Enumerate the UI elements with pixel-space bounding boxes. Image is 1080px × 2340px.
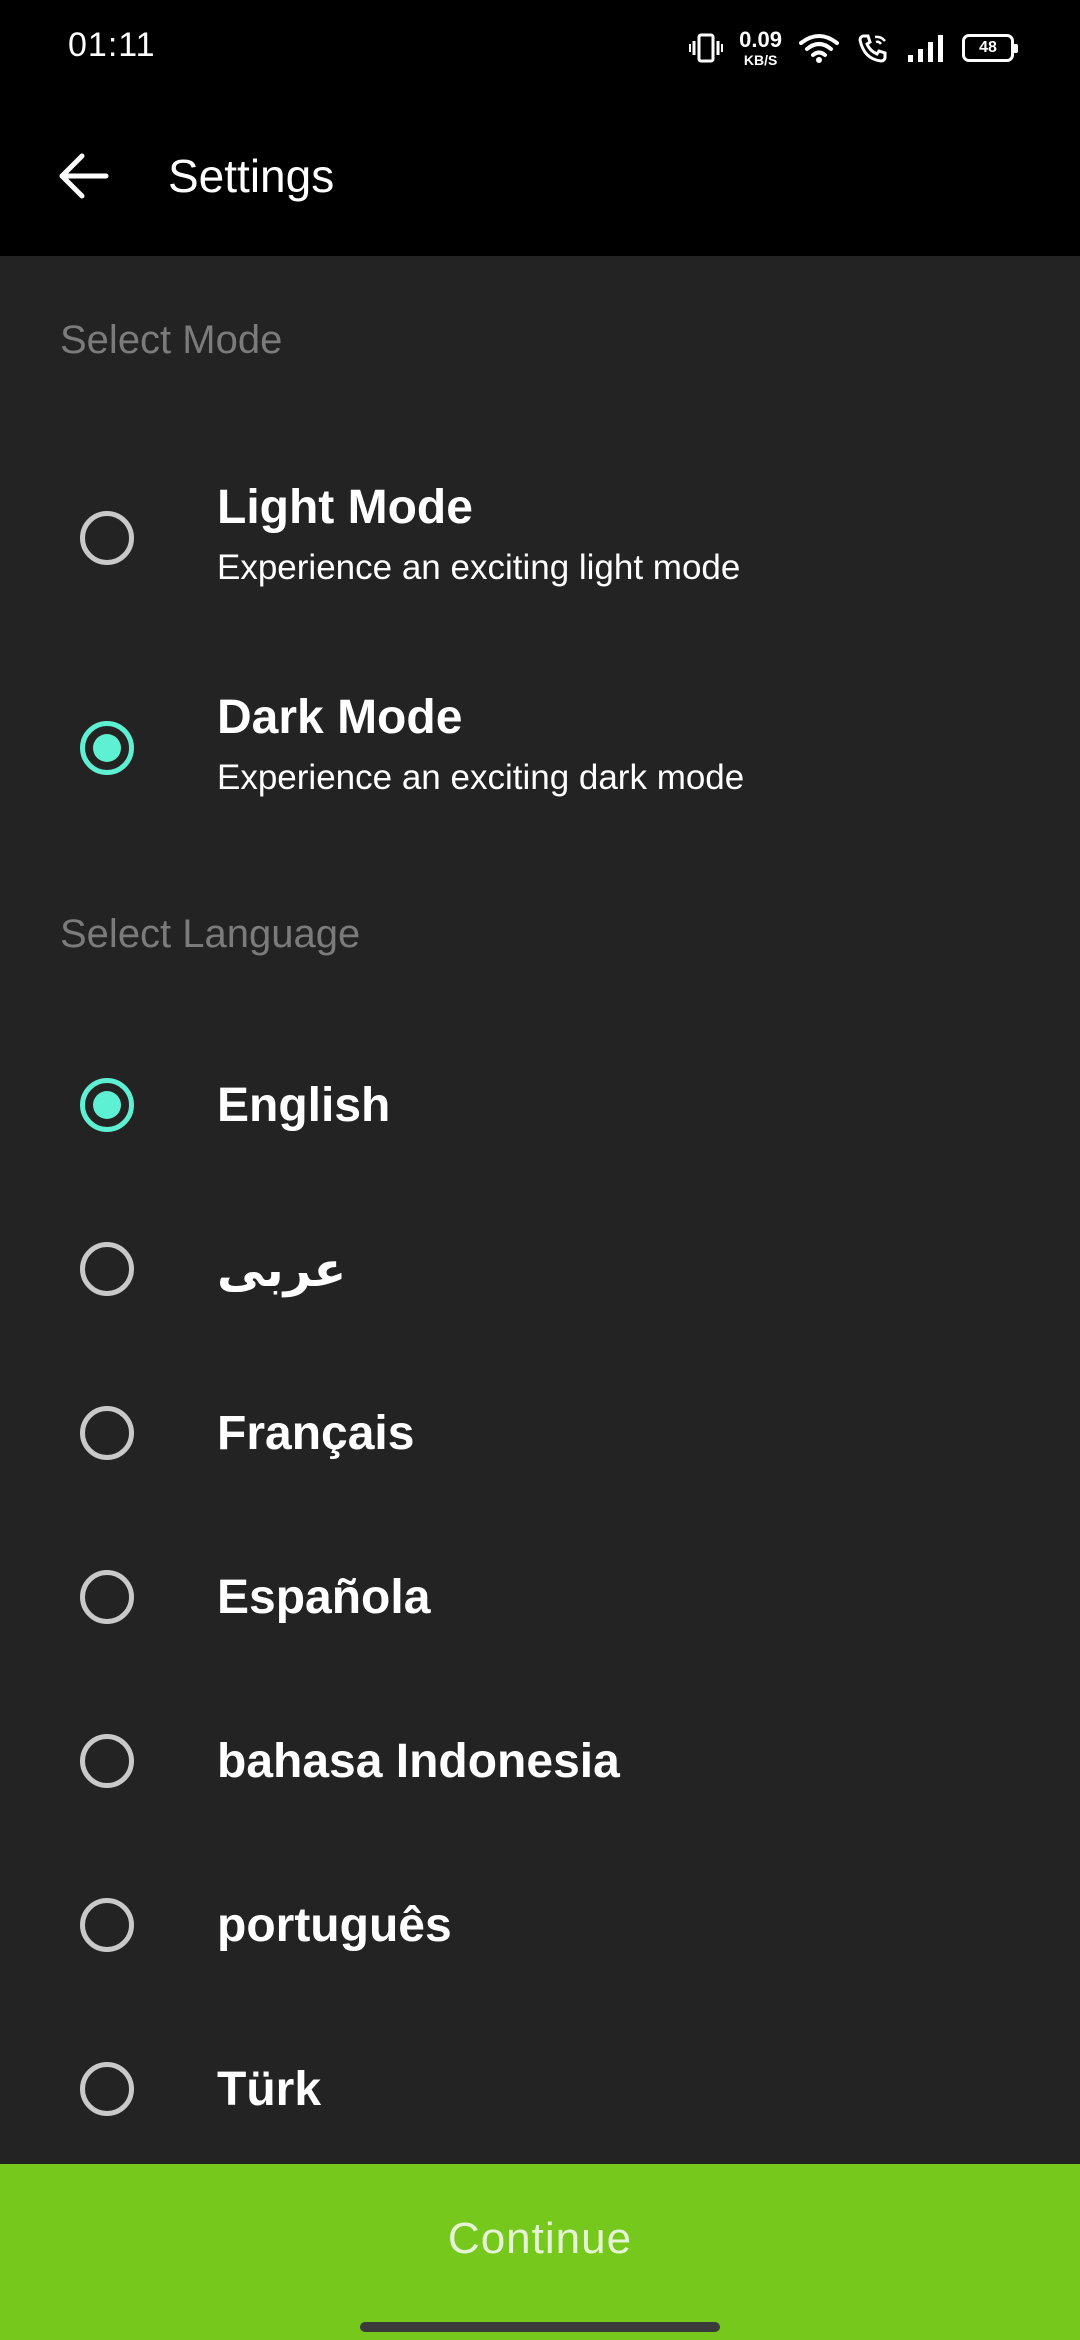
mode-option-light[interactable]: Light Mode Experience an exciting light …	[0, 460, 1080, 610]
battery-icon: 48	[962, 34, 1018, 62]
radio-portuguese[interactable]	[80, 1898, 134, 1952]
language-option-label: عربى	[217, 1244, 347, 1297]
mode-option-subtitle: Experience an exciting light mode	[217, 548, 741, 587]
language-option-label: Española	[217, 1571, 431, 1624]
language-option-label: bahasa Indonesia	[217, 1735, 620, 1788]
network-speed: 0.09 KB/S	[739, 27, 782, 68]
radio-spanish[interactable]	[80, 1570, 134, 1624]
language-option-french[interactable]: Français	[0, 1378, 1080, 1488]
continue-button-label: Continue	[447, 2214, 633, 2263]
wifi-calling-icon	[856, 31, 890, 65]
home-indicator[interactable]	[360, 2322, 720, 2332]
language-option-spanish[interactable]: Española	[0, 1542, 1080, 1652]
status-bar: 01:11 0.09 KB/S 48	[0, 0, 1080, 96]
language-option-english[interactable]: English	[0, 1050, 1080, 1160]
mode-option-title: Dark Mode	[217, 691, 463, 744]
signal-icon	[906, 33, 946, 63]
language-option-label: português	[217, 1899, 452, 1952]
settings-screen: 01:11 0.09 KB/S 48 Settings Select Mode …	[0, 0, 1080, 2340]
status-time: 01:11	[68, 26, 156, 64]
vibrate-icon	[689, 31, 724, 65]
radio-turkish[interactable]	[80, 2062, 134, 2116]
language-option-label: Français	[217, 1407, 415, 1460]
radio-arabic[interactable]	[80, 1242, 134, 1296]
network-speed-value: 0.09	[739, 27, 782, 52]
mode-option-dark[interactable]: Dark Mode Experience an exciting dark mo…	[0, 670, 1080, 820]
language-option-portuguese[interactable]: português	[0, 1870, 1080, 1980]
mode-option-subtitle: Experience an exciting dark mode	[217, 758, 745, 797]
language-option-label: Türk	[217, 2063, 322, 2116]
select-mode-label: Select Mode	[60, 318, 283, 362]
select-language-label: Select Language	[60, 912, 361, 956]
language-option-turkish[interactable]: Türk	[0, 2034, 1080, 2144]
language-option-arabic[interactable]: عربى	[0, 1214, 1080, 1324]
radio-light-mode[interactable]	[80, 511, 134, 565]
mode-option-title: Light Mode	[217, 481, 473, 534]
app-bar: Settings	[0, 96, 1080, 256]
network-speed-unit: KB/S	[743, 52, 778, 68]
radio-english[interactable]	[80, 1078, 134, 1132]
radio-dark-mode[interactable]	[80, 721, 134, 775]
page-title: Settings	[168, 150, 335, 202]
language-option-label: English	[217, 1079, 391, 1132]
status-icons: 0.09 KB/S 48	[689, 22, 1018, 74]
arrow-left-icon[interactable]	[54, 146, 114, 206]
continue-button[interactable]: Continue	[0, 2164, 1080, 2340]
radio-indonesian[interactable]	[80, 1734, 134, 1788]
language-option-indonesian[interactable]: bahasa Indonesia	[0, 1706, 1080, 1816]
wifi-icon	[798, 31, 840, 65]
radio-french[interactable]	[80, 1406, 134, 1460]
